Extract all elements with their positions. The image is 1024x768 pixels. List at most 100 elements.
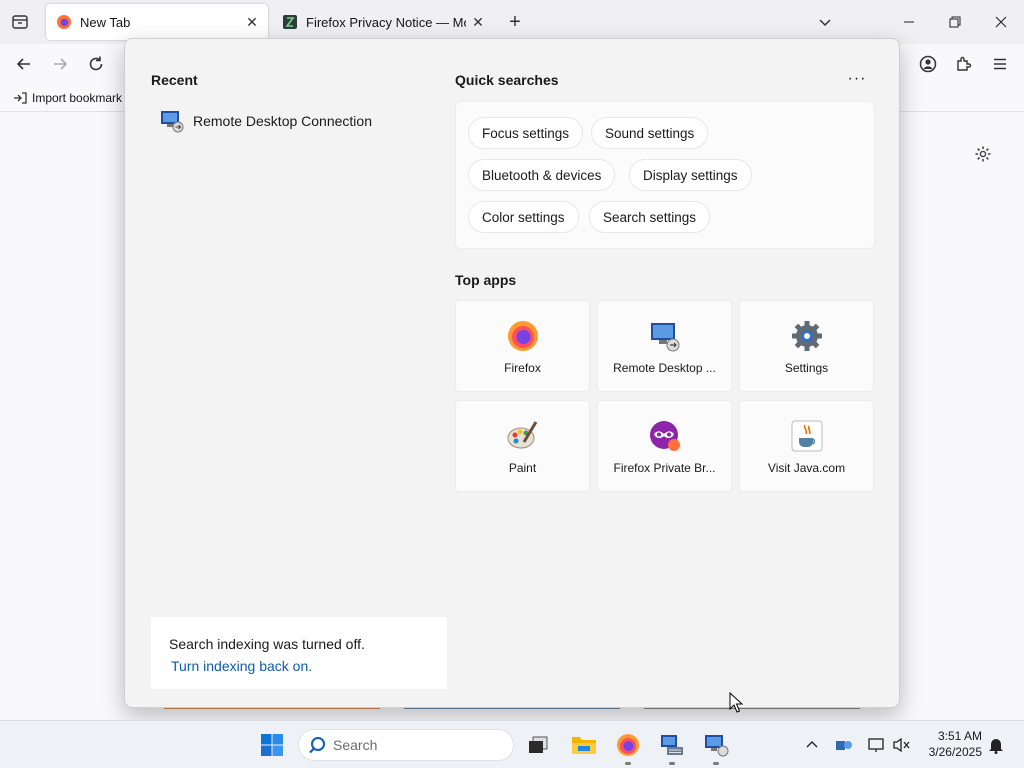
extensions-button[interactable] (952, 52, 976, 76)
tray-app-button[interactable] (834, 735, 854, 755)
hamburger-menu-icon (994, 58, 1006, 70)
back-button[interactable] (12, 52, 36, 76)
list-all-tabs-button[interactable] (813, 10, 837, 34)
app-label: Firefox Private Br... (613, 461, 716, 475)
app-tile-firefox[interactable]: Firefox (455, 300, 590, 392)
tab-new-tab[interactable]: New Tab ✕ (46, 4, 268, 40)
app-tile-firefox-private[interactable]: Firefox Private Br... (597, 400, 732, 492)
gear-icon (975, 146, 991, 162)
chip-sound-settings[interactable]: Sound settings (591, 117, 709, 149)
indexing-message: Search indexing was turned off. (169, 636, 365, 652)
running-indicator (625, 762, 631, 765)
taskbar: 3:51 AM 3/26/2025 (0, 720, 1024, 768)
app-tile-java[interactable]: Visit Java.com (739, 400, 874, 492)
search-icon (307, 735, 327, 755)
network-app-icon (661, 735, 683, 755)
chip-focus-settings[interactable]: Focus settings (468, 117, 584, 149)
reload-button[interactable] (84, 52, 108, 76)
app-tile-settings[interactable]: Settings (739, 300, 874, 392)
account-icon (919, 55, 937, 73)
tab-title: New Tab (80, 14, 131, 30)
restore-icon (949, 16, 961, 28)
paint-icon (507, 421, 537, 449)
quick-searches-heading: Quick searches (455, 72, 559, 88)
firefox-private-icon (649, 421, 680, 451)
tab-privacy-notice[interactable]: Firefox Privacy Notice — Mozill ✕ (272, 4, 494, 40)
app-label: Firefox (504, 361, 541, 375)
taskbar-search[interactable] (298, 729, 514, 761)
remote-desktop-icon (161, 111, 184, 133)
file-explorer-icon (572, 737, 596, 754)
top-apps-heading: Top apps (455, 272, 517, 288)
volume-button[interactable] (892, 735, 912, 755)
clock-time: 3:51 AM (937, 729, 982, 743)
reload-icon (89, 56, 103, 71)
chip-search-settings[interactable]: Search settings (589, 201, 711, 233)
taskbar-network-app-button[interactable] (656, 729, 688, 765)
forward-button[interactable] (48, 52, 72, 76)
more-options-button[interactable]: ··· (845, 67, 869, 91)
chip-bluetooth-devices[interactable]: Bluetooth & devices (468, 159, 616, 191)
turn-indexing-on-link[interactable]: Turn indexing back on. (171, 658, 312, 674)
firefox-icon (56, 14, 72, 30)
search-input[interactable] (333, 737, 493, 753)
tab-close-button[interactable]: ✕ (240, 10, 264, 34)
firefox-view-icon (12, 15, 28, 29)
import-bookmarks-button[interactable]: Import bookmark (12, 90, 122, 106)
start-icon (261, 734, 283, 756)
remote-desktop-icon (650, 323, 679, 352)
app-label: Visit Java.com (767, 461, 846, 475)
app-tile-paint[interactable]: Paint (455, 400, 590, 492)
taskbar-remote-desktop-button[interactable] (700, 729, 732, 765)
minimize-icon (904, 21, 914, 23)
recent-item-remote-desktop[interactable]: Remote Desktop Connection (159, 107, 372, 135)
notifications-button[interactable] (986, 735, 1006, 755)
mouse-cursor-icon (729, 692, 743, 713)
puzzle-icon (957, 56, 972, 71)
task-view-button[interactable] (522, 729, 554, 761)
start-menu-panel: Recent Remote Desktop Connection Quick s… (124, 38, 900, 708)
volume-muted-icon (893, 737, 910, 753)
close-window-button[interactable] (978, 0, 1024, 44)
network-status-button[interactable] (866, 735, 886, 755)
recent-item-label: Remote Desktop Connection (193, 113, 372, 129)
app-label: Settings (784, 361, 829, 375)
show-hidden-icons-button[interactable] (802, 735, 822, 755)
chevron-up-icon (806, 741, 818, 748)
running-indicator (669, 762, 675, 765)
java-icon (791, 420, 822, 452)
chip-display-settings[interactable]: Display settings (629, 159, 752, 191)
app-label: Remote Desktop ... (613, 361, 716, 375)
new-tab-button[interactable]: + (503, 10, 527, 34)
chip-color-settings[interactable]: Color settings (468, 201, 579, 233)
page-settings-button[interactable] (972, 143, 994, 165)
notification-bell-icon (989, 739, 1003, 754)
clock-date: 3/26/2025 (928, 745, 982, 759)
firefox-icon (507, 321, 538, 351)
start-button[interactable] (256, 729, 288, 761)
firefox-icon (617, 734, 639, 756)
import-icon (12, 90, 28, 106)
tab-close-button[interactable]: ✕ (466, 10, 490, 34)
app-tile-remote-desktop[interactable]: Remote Desktop ... (597, 300, 732, 392)
quick-searches-box: Focus settings Sound settings Bluetooth … (455, 101, 875, 249)
back-arrow-icon (16, 58, 30, 70)
recent-heading: Recent (151, 72, 198, 88)
restore-button[interactable] (932, 0, 978, 44)
app-label: Paint (508, 461, 537, 475)
settings-gear-icon (791, 321, 822, 351)
file-explorer-button[interactable] (568, 729, 600, 761)
account-button[interactable] (916, 52, 940, 76)
chevron-down-icon (819, 19, 831, 27)
network-icon (868, 738, 884, 752)
tray-app-icon (836, 741, 852, 750)
running-indicator (713, 762, 719, 765)
mozilla-icon (282, 14, 298, 30)
clock[interactable]: 3:51 AM 3/26/2025 (922, 728, 982, 760)
app-menu-button[interactable] (988, 52, 1012, 76)
taskbar-firefox-button[interactable] (612, 729, 644, 765)
indexing-notice: Search indexing was turned off. Turn ind… (151, 617, 447, 689)
close-icon (995, 16, 1007, 28)
firefox-view-button[interactable] (8, 10, 32, 34)
tab-title: Firefox Privacy Notice — Mozill (306, 14, 466, 30)
